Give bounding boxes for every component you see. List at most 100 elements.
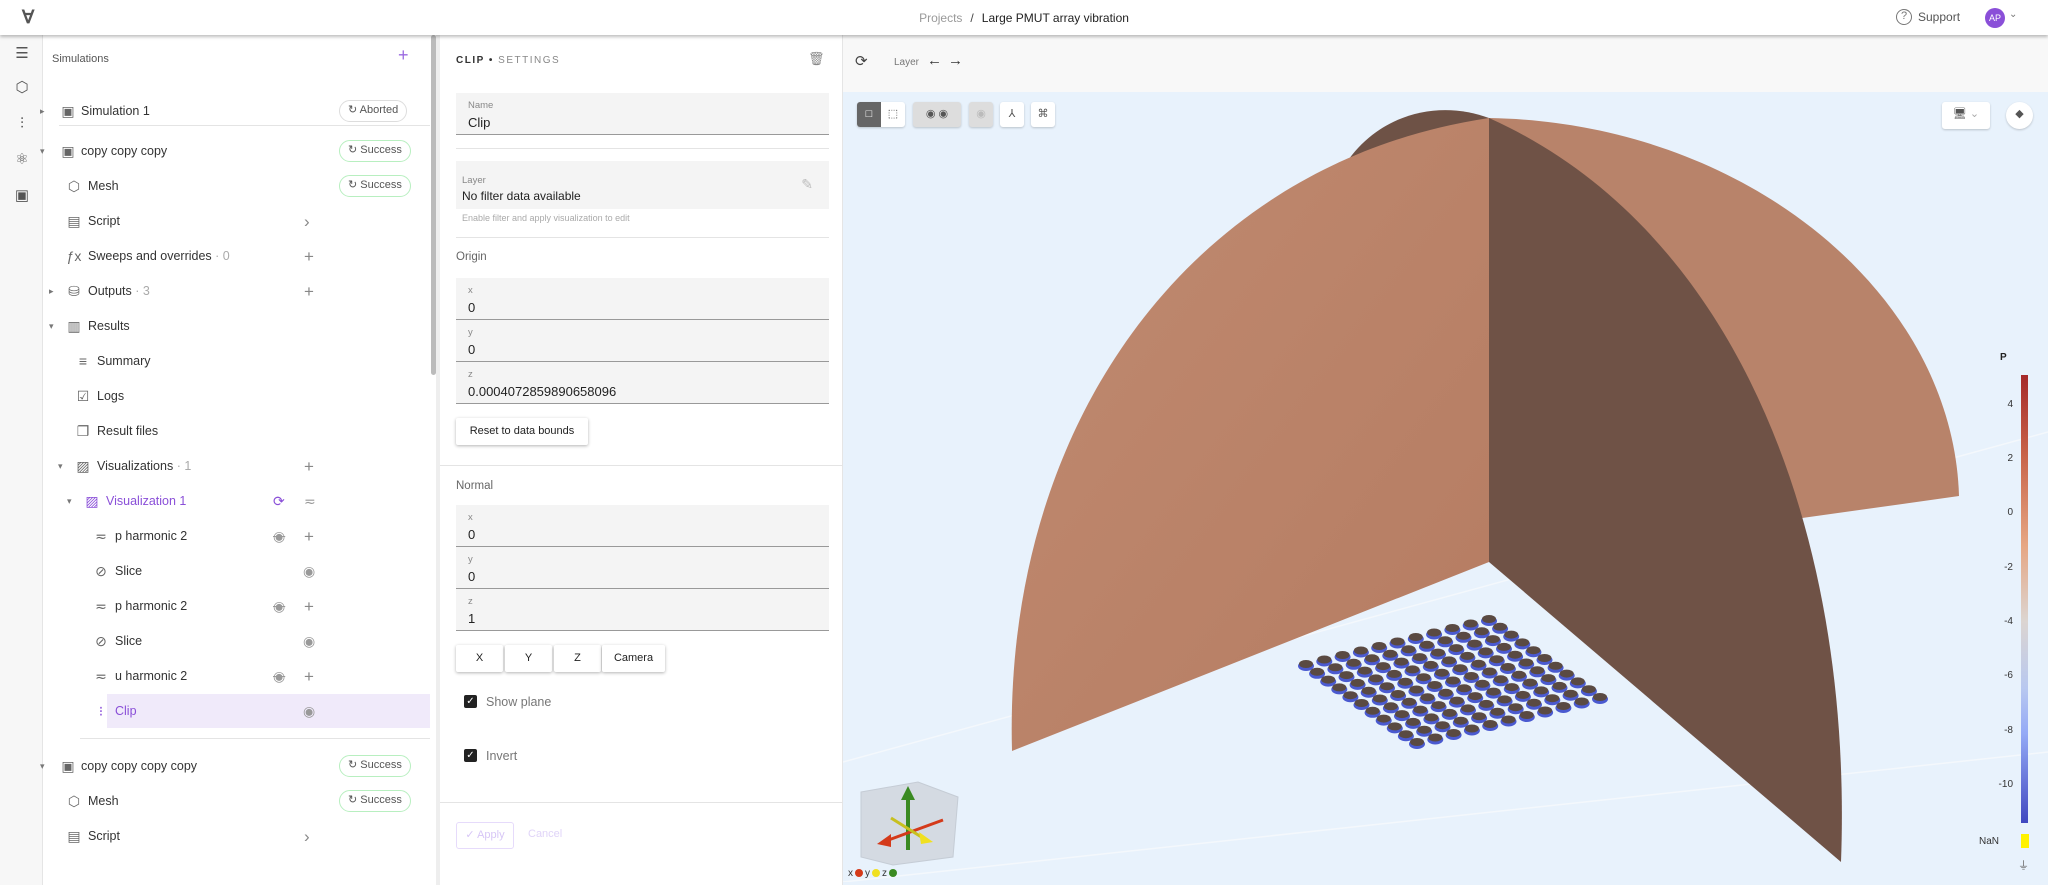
add-button[interactable]: + (304, 598, 314, 615)
reset-to-data-bounds-button[interactable]: Reset to data bounds (456, 418, 588, 445)
play-square-icon[interactable]: ▣ (13, 187, 31, 205)
menu-icon[interactable]: ☰ (13, 45, 31, 63)
tree-item[interactable]: ❐ Result files (43, 414, 430, 448)
chevron-down-icon[interactable]: ⌄ (2009, 9, 2017, 21)
visibility-toggle-group[interactable]: ◉ ◉ (913, 102, 961, 127)
tree-item[interactable]: ▾ ▣ copy copy copy ↻ Success (40, 134, 430, 168)
tree-scrollbar[interactable] (431, 35, 436, 375)
avatar[interactable]: AP (1985, 8, 2005, 28)
chevron-right-icon[interactable]: › (304, 828, 310, 845)
caret-down-icon[interactable]: ▾ (67, 494, 72, 509)
trash-icon[interactable]: 🗑 (808, 51, 825, 66)
caret-right-icon[interactable]: ▸ (49, 284, 54, 299)
origin-y-value[interactable]: 0 (468, 342, 475, 357)
eye-off-icon[interactable]: ◉ (273, 668, 285, 684)
eye-icon[interactable]: ◉ (939, 108, 949, 120)
tree-item[interactable]: ≂ p harmonic 2 ◉ + (43, 589, 430, 623)
origin-z-value[interactable]: 0.0004072859890658096 (468, 384, 616, 399)
sliders-icon[interactable]: ⫶ (13, 115, 31, 133)
name-field[interactable]: Name Clip (456, 93, 829, 135)
normal-y-field[interactable]: y0 (456, 547, 829, 589)
tree-item[interactable]: ☑ Logs (43, 379, 430, 413)
chevron-right-icon[interactable]: › (304, 213, 310, 230)
eye-icon[interactable]: ◉ (303, 633, 315, 649)
refresh-icon[interactable]: ⟳ (855, 53, 868, 70)
tree-item[interactable]: ⁝ Clip ◉ (99, 694, 430, 728)
name-value[interactable]: Clip (468, 115, 490, 130)
breadcrumb-projects[interactable]: Projects (919, 11, 962, 25)
normal-y-value[interactable]: 0 (468, 569, 475, 584)
add-button[interactable]: + (304, 528, 314, 545)
tree-item[interactable]: ≂ p harmonic 2 ◉ + (43, 519, 430, 553)
normal-x-field[interactable]: x0 (456, 505, 829, 547)
tree-item[interactable]: ▾ ▥ Results (43, 309, 430, 343)
tree-item[interactable]: ⬡ Mesh ↻ Success (43, 169, 430, 203)
support-button[interactable]: ? Support (1896, 9, 1960, 25)
tree-item[interactable]: ▸ ⛁ Outputs · 3 + (43, 274, 430, 308)
tree-item[interactable]: ▸ ▣ Simulation 1 ↻ Aborted (40, 94, 430, 128)
caret-down-icon[interactable]: ▾ (40, 144, 45, 159)
show-plane-checkbox[interactable]: ✓ (464, 695, 477, 708)
tree-item[interactable]: ⬡ Mesh ↻ Success (43, 784, 430, 818)
origin-x-value[interactable]: 0 (468, 300, 475, 315)
eye-icon[interactable]: ◉ (926, 108, 936, 120)
scene[interactable] (843, 92, 2048, 882)
cancel-button[interactable]: Cancel (528, 828, 562, 841)
normal-x-button[interactable]: X (456, 645, 503, 672)
eye-off-icon[interactable]: ◉ (273, 528, 285, 544)
transducer-top (1449, 644, 1464, 653)
tree-item[interactable]: ▾ ▨ Visualization 1 ⟳ ≂ (43, 484, 430, 518)
origin-y-field[interactable]: y0 (456, 320, 829, 362)
add-button[interactable]: + (304, 283, 314, 300)
tree-item[interactable]: ▾ ▣ copy copy copy copy ↻ Success (40, 749, 430, 783)
caret-right-icon[interactable]: ▸ (40, 104, 45, 119)
add-button[interactable]: + (304, 458, 314, 475)
axes-orient-icon[interactable]: ⅄ (1000, 102, 1024, 127)
origin-z-field[interactable]: z 0.0004072859890658096 (456, 362, 829, 404)
eye-icon[interactable]: ◉ (303, 563, 315, 579)
tree-item-label: Script (88, 828, 120, 843)
eye-off-icon[interactable]: ◉ (273, 598, 285, 614)
caret-down-icon[interactable]: ▾ (58, 459, 63, 474)
eye-settings-icon[interactable]: ◉ (969, 102, 993, 127)
arrow-left-icon[interactable]: ← (927, 52, 942, 69)
normal-z-field[interactable]: z1 (456, 589, 829, 631)
atom-icon[interactable]: ⚛ (13, 151, 31, 169)
paint-bucket-icon[interactable]: ◆ (2006, 102, 2033, 129)
add-simulation-button[interactable]: + (398, 46, 409, 64)
invert-checkbox[interactable]: ✓ (464, 749, 477, 762)
caret-down-icon[interactable]: ▾ (49, 319, 54, 334)
refresh-icon[interactable]: ⟳ (273, 493, 285, 509)
orientation-cube[interactable] (853, 772, 963, 867)
normal-z-value[interactable]: 1 (468, 611, 475, 626)
add-filter-icon[interactable]: ≂ (304, 493, 316, 509)
tree-item[interactable]: ≡ Summary (43, 344, 430, 378)
tree-item[interactable]: ▤ Script › (43, 819, 430, 853)
arrow-right-icon[interactable]: → (948, 52, 963, 69)
normal-camera-button[interactable]: Camera (602, 645, 665, 672)
tree-item[interactable]: ⊘ Slice ◉ (43, 624, 430, 658)
tree-item[interactable]: ▤ Script › (43, 204, 430, 238)
apply-button[interactable]: ✓ Apply (456, 822, 514, 849)
caret-down-icon[interactable]: ▾ (40, 759, 45, 774)
tree-item[interactable]: ⊘ Slice ◉ (43, 554, 430, 588)
normal-x-value[interactable]: 0 (468, 527, 475, 542)
3d-viewport[interactable]: □ ⬚ ◉ ◉ ◉ ⅄ ⌘ 🖥 ⌄ ◆ P 4 2 0 -2 -4 -6 -8 -10 NaN … (843, 92, 2048, 885)
solid-view-icon[interactable]: □ (857, 102, 881, 127)
fit-view-icon[interactable]: ⌘ (1031, 102, 1055, 127)
add-button[interactable]: + (304, 668, 314, 685)
wireframe-view-icon[interactable]: ⬚ (881, 102, 905, 127)
tree-item[interactable]: ≂ u harmonic 2 ◉ + (43, 659, 430, 693)
origin-x-field[interactable]: x0 (456, 278, 829, 320)
normal-z-button[interactable]: Z (554, 645, 601, 672)
add-button[interactable]: + (304, 248, 314, 265)
eye-icon[interactable]: ◉ (303, 703, 315, 719)
plug-icon[interactable]: ⏚ (2018, 860, 2029, 873)
tree-item[interactable]: ▾ ▨ Visualizations · 1 + (43, 449, 430, 483)
display-menu-button[interactable]: 🖥 ⌄ (1942, 102, 1990, 129)
normal-y-button[interactable]: Y (505, 645, 552, 672)
transducer-top (1435, 721, 1450, 730)
view-mode-toggle[interactable]: □ ⬚ (857, 102, 905, 127)
cube-icon[interactable]: ⬡ (13, 79, 31, 97)
tree-item[interactable]: ƒx Sweeps and overrides · 0 + (43, 239, 430, 273)
